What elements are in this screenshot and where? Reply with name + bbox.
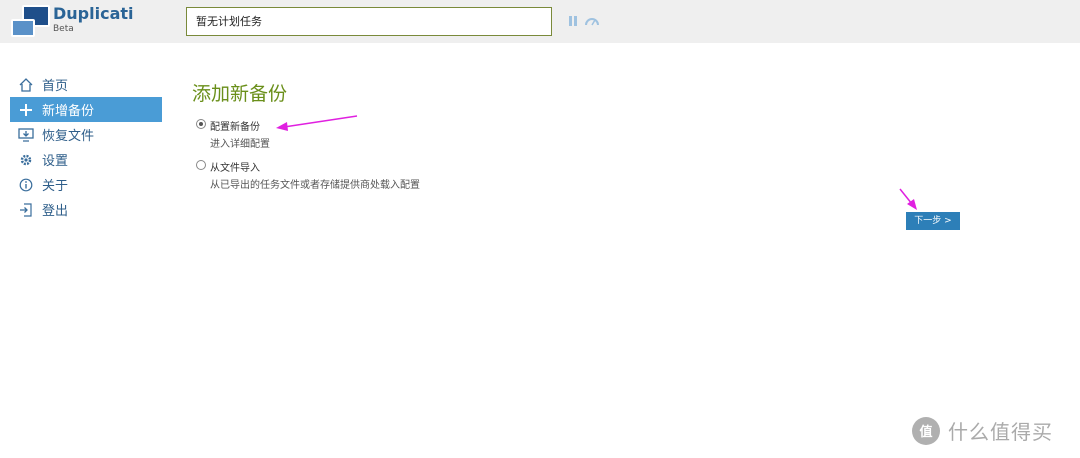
- radio-new-backup[interactable]: [196, 119, 206, 129]
- sidebar-item-settings[interactable]: 设置: [10, 147, 162, 172]
- sidebar-item-label: 恢复文件: [42, 129, 95, 144]
- restore-icon: [10, 127, 42, 142]
- sidebar-item-label: 新增备份: [42, 104, 95, 119]
- app-tag: Beta: [53, 24, 74, 34]
- sidebar-item-label: 首页: [42, 79, 69, 94]
- home-icon: [10, 77, 42, 92]
- throttle-icon[interactable]: [584, 15, 600, 27]
- next-button[interactable]: 下一步 >: [906, 212, 960, 230]
- app-name: Duplicati: [53, 4, 134, 23]
- watermark: 值 什么值得买: [912, 416, 1053, 445]
- option-label: 配置新备份: [210, 122, 260, 133]
- sidebar-nav: 首页 新增备份 恢复文件 设置 关于 登出: [10, 72, 162, 222]
- arrow-to-next-icon: [899, 188, 917, 210]
- gear-icon: [10, 153, 42, 167]
- status-box: 暂无计划任务: [186, 7, 552, 36]
- sidebar-item-logout[interactable]: 登出: [10, 197, 162, 222]
- sidebar-item-add-backup[interactable]: 新增备份: [10, 97, 162, 122]
- logout-icon: [10, 202, 42, 217]
- sidebar-item-home[interactable]: 首页: [10, 72, 162, 97]
- radio-import-file[interactable]: [196, 160, 206, 170]
- sidebar-item-label: 关于: [42, 179, 69, 194]
- info-icon: [10, 178, 42, 192]
- pause-icon[interactable]: [569, 16, 577, 26]
- plus-icon: [10, 103, 42, 117]
- watermark-logo-icon: 值: [912, 416, 940, 445]
- option-description: 从已导出的任务文件或者存储提供商处载入配置: [210, 180, 420, 191]
- sidebar-item-about[interactable]: 关于: [10, 172, 162, 197]
- watermark-text: 什么值得买: [948, 420, 1053, 444]
- logo-front-shape: [11, 19, 35, 37]
- option-description: 进入详细配置: [210, 139, 270, 150]
- page-title: 添加新备份: [192, 83, 288, 105]
- top-bar: Duplicati Beta 暂无计划任务: [0, 0, 1080, 43]
- option-label: 从文件导入: [210, 163, 260, 174]
- duplicati-logo[interactable]: [11, 5, 50, 37]
- arrow-to-option-icon: [276, 115, 358, 131]
- sidebar-item-label: 登出: [42, 204, 69, 219]
- sidebar-item-restore[interactable]: 恢复文件: [10, 122, 162, 147]
- sidebar-item-label: 设置: [42, 154, 69, 169]
